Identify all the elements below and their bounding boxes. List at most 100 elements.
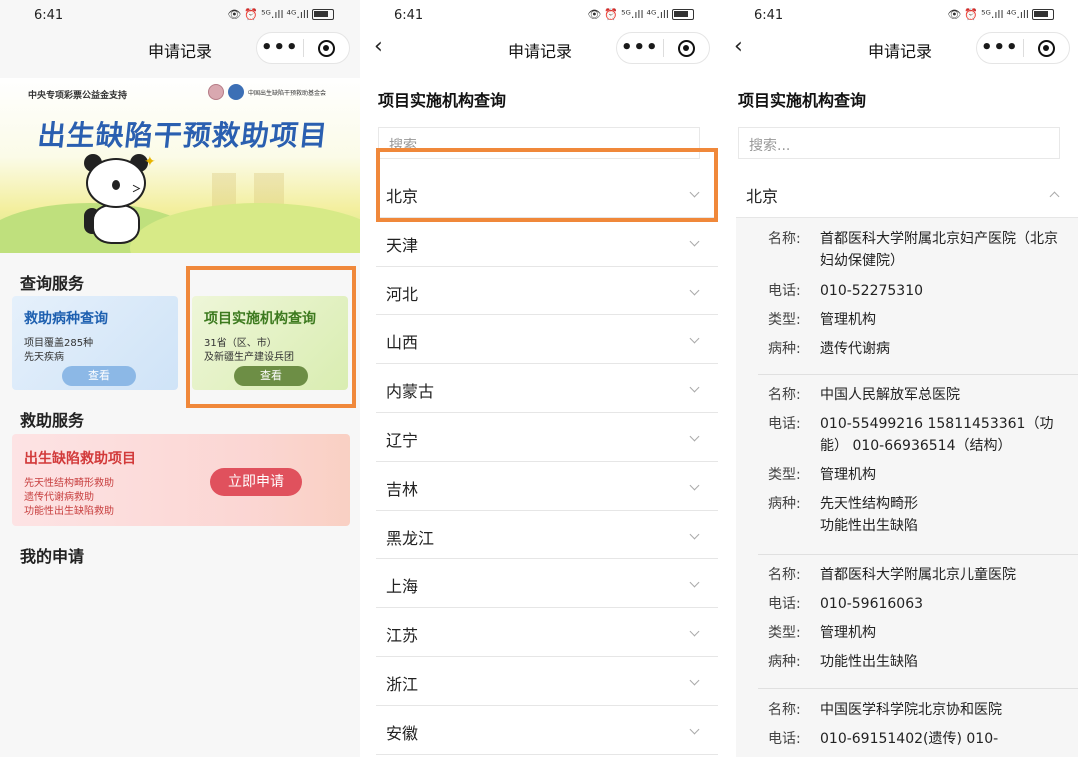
province-row[interactable]: 浙江 [376,657,718,706]
institution-phone[interactable]: 010-55499216 15811453361（功 [820,413,1074,435]
signal-5g-icon: ⁵ᴳ.ıll [621,8,644,21]
project-banner: 中央专项彩票公益金支持 中国出生缺陷干预救助基金会 出生缺陷干预救助项目 ＞ ✦ [0,78,360,253]
chevron-down-icon [689,529,700,540]
province-label: 辽宁 [386,430,419,450]
province-label: 黑龙江 [386,528,435,548]
province-label: 山西 [386,333,419,353]
province-label: 江苏 [386,626,419,646]
status-bar: 6:41 👁 ⏰ ⁵ᴳ.ıll ⁴ᴳ.ıll [360,0,720,30]
foundation-logo-icon [227,84,244,100]
query-title: 项目实施机构查询 [738,91,867,110]
province-label: 河北 [386,284,419,304]
province-label: 安徽 [386,723,419,743]
status-time: 6:41 [394,8,424,23]
eye-icon: 👁 [587,8,602,21]
eye-icon: 👁 [227,8,242,21]
close-circle-icon [317,39,335,57]
institution-list: 名称: 首都医科大学附属北京妇产医院（北京 妇幼保健院） 电话: 010-52275… [736,218,1078,757]
status-bar: 6:41 👁 ⏰ ⁵ᴳ.ıll ⁴ᴳ.ıll [0,0,360,30]
foundation-name: 中国出生缺陷干预救助基金会 [247,89,326,97]
close-mini-program-button[interactable] [303,39,349,57]
card-title: 救助病种查询 [24,311,108,327]
mini-program-capsule: ••• [616,32,710,64]
apply-now-button[interactable]: 立即申请 [210,468,302,496]
province-row[interactable]: 上海 [376,559,718,609]
close-mini-program-button[interactable] [1023,39,1069,57]
chevron-down-icon [689,236,700,247]
institution-name: 中国人民解放军总医院 [820,387,960,403]
chevron-down-icon [689,382,700,393]
province-row[interactable]: 河北 [376,267,718,316]
nav-bar: 申请记录 ••• [0,30,360,68]
province-row[interactable]: 辽宁 [376,413,718,462]
institution-name: 首都医科大学附属北京儿童医院 [820,567,1016,583]
province-row-expanded[interactable]: 北京 [736,169,1078,218]
banner-logos: 中国出生缺陷干预救助基金会 [207,84,326,100]
province-label: 吉林 [386,479,419,499]
institution-name: 中国医学科学院北京协和医院 [820,702,1002,718]
close-mini-program-button[interactable] [663,39,709,57]
status-time: 6:41 [34,8,64,23]
province-label: 内蒙古 [386,382,435,402]
chevron-down-icon [689,724,700,735]
province-row[interactable]: 吉林 [376,462,718,511]
highlight-box [186,266,356,408]
battery-icon [1032,9,1054,20]
status-bar: 6:41 👁 ⏰ ⁵ᴳ.ıll ⁴ᴳ.ıll [720,0,1080,30]
institution-name: 首都医科大学附属北京妇产医院（北京 [820,231,1058,247]
chevron-up-icon [1049,191,1060,202]
status-time: 6:41 [754,8,784,23]
phone-screen-institution-list: 6:41 👁 ⏰ ⁵ᴳ.ıll ⁴ᴳ.ıll ‹ 申请记录 ••• 项目实施机构… [360,0,720,757]
query-title: 项目实施机构查询 [378,91,507,110]
alarm-icon: ⏰ [604,8,619,21]
phone-screen-beijing-institutions: 6:41 👁 ⏰ ⁵ᴳ.ıll ⁴ᴳ.ıll ‹ 申请记录 ••• 项目实施机构… [720,0,1080,757]
province-label: 北京 [746,187,779,206]
province-row[interactable]: 江苏 [376,608,718,657]
aid-project-card[interactable]: 出生缺陷救助项目 先天性结构畸形救助 遗传代谢病救助 功能性出生缺陷救助 立即申… [12,434,350,526]
chevron-down-icon [689,626,700,637]
more-options-icon[interactable]: ••• [257,39,303,57]
search-input[interactable]: 搜索... [738,127,1060,159]
province-row[interactable]: 黑龙江 [376,511,718,560]
card-title: 出生缺陷救助项目 [24,451,136,467]
mini-program-capsule: ••• [256,32,350,64]
sparkle-icon: ✦ [144,154,156,170]
chevron-down-icon [689,285,700,296]
panda-mascot-icon: ＞ [78,154,154,248]
province-row[interactable]: 天津 [376,218,718,267]
signal-4g-icon: ⁴ᴳ.ıll [646,8,669,21]
signal-5g-icon: ⁵ᴳ.ıll [981,8,1004,21]
institution-phone[interactable]: 010-52275310 [820,280,1074,302]
my-applications-heading[interactable]: 我的申请 [20,543,84,567]
highlight-box [376,148,718,222]
province-label: 上海 [386,577,419,597]
view-disease-button[interactable]: 查看 [62,366,136,386]
province-row[interactable]: 内蒙古 [376,364,718,413]
eye-icon: 👁 [947,8,962,21]
chevron-down-icon [689,480,700,491]
signal-4g-icon: ⁴ᴳ.ıll [1006,8,1029,21]
close-circle-icon [677,39,695,57]
chevron-down-icon [689,431,700,442]
chevron-down-icon [689,675,700,686]
close-circle-icon [1037,39,1055,57]
province-label: 天津 [386,235,419,255]
institution-phone[interactable]: 010-69151402(遗传) 010- [820,728,1074,750]
query-service-heading: 查询服务 [20,274,85,293]
banner-sponsor-text: 中央专项彩票公益金支持 [28,91,128,101]
signal-5g-icon: ⁵ᴳ.ıll [261,8,284,21]
province-row[interactable]: 山西 [376,315,718,365]
province-list: 北京 [736,169,1078,218]
lottery-logo-icon [207,84,224,100]
phone-screen-home: 6:41 👁 ⏰ ⁵ᴳ.ıll ⁴ᴳ.ıll 申请记录 ••• 中央专项彩票公益… [0,0,360,757]
aid-service-heading: 救助服务 [20,411,85,430]
institution-phone[interactable]: 010-59616063 [820,593,1074,615]
disease-query-card[interactable]: 救助病种查询 项目覆盖285种 先天疾病 查看 [12,296,178,390]
province-label: 浙江 [386,674,419,694]
more-options-icon[interactable]: ••• [977,39,1023,57]
more-options-icon[interactable]: ••• [617,39,663,57]
alarm-icon: ⏰ [964,8,979,21]
province-row[interactable]: 安徽 [376,706,718,755]
chevron-down-icon [689,333,700,344]
chevron-down-icon [689,577,700,588]
